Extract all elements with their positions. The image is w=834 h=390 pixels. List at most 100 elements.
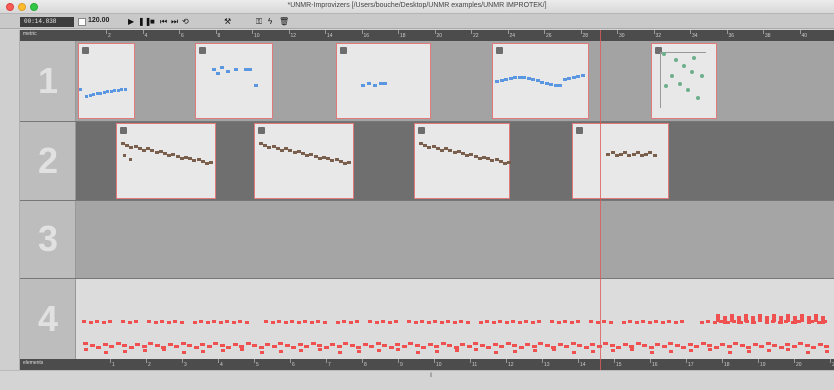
note-mark	[772, 344, 777, 347]
ruler-tick	[506, 359, 507, 363]
pattern-clip[interactable]	[336, 43, 431, 119]
title-bar: *UNMR-Improvizers [/Users/bouche/Desktop…	[0, 0, 834, 14]
note-mark	[452, 321, 457, 324]
pattern-clip[interactable]	[78, 43, 135, 119]
clip-handle-icon[interactable]	[258, 127, 265, 134]
track-4-body[interactable]	[76, 278, 834, 359]
tool-icon[interactable]: ⚒	[224, 16, 231, 27]
note-mark	[212, 68, 216, 71]
ruler-tick	[434, 359, 435, 363]
ruler-tick	[722, 359, 723, 363]
note-mark	[517, 321, 522, 324]
note-mark	[361, 84, 365, 87]
pattern-clip[interactable]	[572, 123, 669, 199]
loop-icon[interactable]: ⟲	[182, 16, 189, 27]
note-mark	[634, 321, 639, 324]
track-2-header[interactable]: 2	[20, 121, 76, 200]
note-mark	[388, 346, 394, 349]
track-2-body[interactable]	[76, 121, 834, 200]
ruler-tick	[470, 359, 471, 363]
note-mark	[216, 72, 220, 75]
track-3[interactable]: 3	[20, 200, 834, 278]
clip-handle-icon[interactable]	[576, 127, 583, 134]
metric-ruler[interactable]: metric 2 4 6 8 10 12 14 16 18 20 22 24 26 28 30 32 34 36 3…	[20, 30, 834, 41]
note-mark	[141, 345, 147, 348]
flash-icon[interactable]: ϟ	[268, 16, 272, 27]
play-icon[interactable]: ▶	[128, 16, 134, 27]
note-mark	[608, 321, 613, 324]
note-mark	[661, 345, 667, 348]
track-3-header[interactable]: 3	[20, 200, 76, 278]
note-mark	[544, 82, 549, 85]
rewind-icon[interactable]: ⏮	[160, 16, 167, 27]
note-mark	[343, 342, 348, 345]
note-mark	[591, 350, 595, 353]
note-mark	[616, 346, 621, 349]
track-1-header[interactable]: 1	[20, 41, 76, 121]
note-mark	[493, 351, 498, 354]
clip-handle-icon[interactable]	[120, 127, 127, 134]
ruler-tick	[290, 359, 291, 363]
note-mark	[508, 76, 513, 80]
ruler-tick-label: 20	[436, 33, 443, 39]
note-mark	[283, 321, 288, 324]
forward-icon[interactable]: ⏭	[171, 16, 178, 27]
ruler-tick-label: 6	[292, 362, 295, 368]
note-mark	[383, 82, 387, 85]
note-mark	[304, 345, 309, 348]
clip-handle-icon[interactable]	[340, 47, 347, 54]
tempo-value[interactable]: 120.00	[88, 17, 109, 24]
pattern-clip[interactable]	[414, 123, 512, 199]
note-mark	[513, 76, 517, 80]
pattern-clip[interactable]	[492, 43, 589, 119]
note-mark	[669, 350, 673, 353]
note-mark	[180, 342, 186, 345]
tree-node	[670, 74, 674, 78]
track-4-header[interactable]: 4	[20, 278, 76, 359]
note-mark	[744, 314, 748, 322]
note-mark	[821, 316, 825, 324]
note-mark	[524, 320, 528, 323]
note-mark	[147, 320, 151, 323]
note-mark	[369, 345, 374, 348]
note-mark	[96, 346, 101, 349]
clip-handle-icon[interactable]	[199, 47, 206, 54]
note-mark	[486, 346, 491, 349]
note-mark	[532, 349, 537, 352]
note-mark	[102, 343, 108, 346]
note-mark	[173, 320, 177, 323]
key-icon[interactable]: ⚿	[256, 16, 262, 27]
elements-ruler[interactable]: elements 1 2 3 4 5 6 7 8 9 10 11 12 13 14 15 16 17 18 19 20…	[20, 359, 834, 370]
ruler-tick-label: 7	[328, 362, 331, 368]
pattern-clip[interactable]	[116, 123, 216, 199]
note-mark	[219, 344, 225, 347]
track-2[interactable]: 2	[20, 121, 834, 200]
clip-handle-icon[interactable]	[418, 127, 425, 134]
horizontal-scrollbar[interactable]: ‖	[0, 370, 834, 390]
track-2-number: 2	[37, 139, 59, 181]
ruler-tick	[830, 359, 831, 363]
track-3-body[interactable]	[76, 200, 834, 278]
pattern-clip[interactable]	[195, 43, 273, 119]
clip-handle-icon[interactable]	[82, 47, 89, 54]
note-mark	[89, 344, 95, 347]
note-mark	[474, 348, 478, 351]
note-mark	[570, 342, 576, 345]
note-mark	[680, 320, 684, 323]
track-1-body[interactable]	[76, 41, 834, 121]
trash-icon[interactable]: 🗑	[279, 16, 289, 27]
playhead-cursor[interactable]	[600, 30, 601, 370]
clip-handle-icon[interactable]	[496, 47, 503, 54]
note-mark	[609, 344, 615, 347]
pattern-clip[interactable]	[651, 43, 717, 119]
note-mark	[681, 346, 686, 349]
track-1[interactable]: 1	[20, 41, 834, 121]
note-mark	[433, 320, 437, 323]
track-4[interactable]: 4	[20, 278, 834, 359]
scroll-thumb-icon[interactable]: ‖	[430, 373, 432, 379]
note-mark	[218, 321, 223, 324]
stop-icon[interactable]: ■	[150, 16, 155, 27]
pattern-clip[interactable]	[254, 123, 354, 199]
tempo-checkbox[interactable]	[78, 18, 86, 26]
note-mark	[538, 342, 543, 345]
